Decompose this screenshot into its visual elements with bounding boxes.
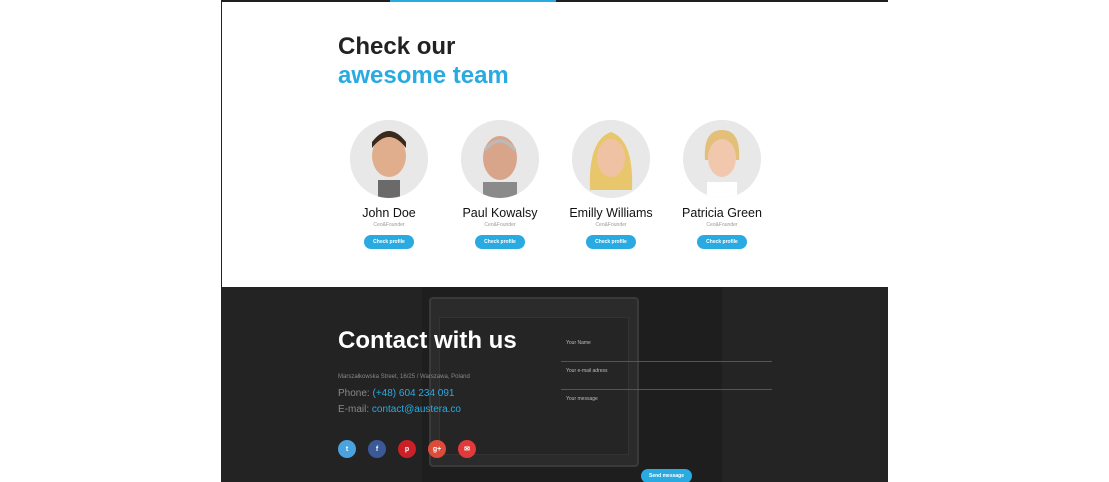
- team-heading-line1: Check our: [338, 33, 456, 60]
- contact-title: Contact with us: [338, 327, 517, 354]
- google-plus-icon[interactable]: g+: [428, 440, 446, 458]
- mail-icon[interactable]: ✉: [458, 440, 476, 458]
- team-heading: Check our awesome team: [338, 32, 509, 90]
- team-member: Emilly Williams Ceo&Founder Check profil…: [556, 120, 666, 249]
- member-role: Ceo&Founder: [484, 222, 516, 228]
- message-field[interactable]: Your message: [561, 390, 772, 430]
- check-profile-button[interactable]: Check profile: [586, 235, 636, 249]
- phone-value[interactable]: (+48) 604 234 091: [372, 388, 454, 399]
- team-heading-line2: awesome team: [338, 62, 509, 89]
- member-role: Ceo&Founder: [595, 222, 627, 228]
- team-section: Check our awesome team John Doe Ceo&Foun…: [222, 2, 888, 287]
- member-name: Emilly Williams: [569, 206, 653, 220]
- facebook-icon[interactable]: f: [368, 440, 386, 458]
- check-profile-button[interactable]: Check profile: [697, 235, 747, 249]
- twitter-icon[interactable]: t: [338, 440, 356, 458]
- contact-phone: Phone: (+48) 604 234 091: [338, 388, 455, 399]
- check-profile-button[interactable]: Check profile: [475, 235, 525, 249]
- member-role: Ceo&Founder: [373, 222, 405, 228]
- team-member: Patricia Green Ceo&Founder Check profile: [667, 120, 777, 249]
- member-name: Patricia Green: [682, 206, 762, 220]
- phone-label: Phone:: [338, 388, 370, 399]
- avatar: [683, 120, 761, 198]
- social-links: t f p g+ ✉: [338, 440, 476, 458]
- member-name: Paul Kowalsy: [462, 206, 538, 220]
- send-message-button[interactable]: Send message: [641, 469, 692, 482]
- check-profile-button[interactable]: Check profile: [364, 235, 414, 249]
- email-label: E-mail:: [338, 404, 370, 415]
- contact-section: Contact with us Marszałkowska Street, 16…: [222, 287, 888, 482]
- member-name: John Doe: [362, 206, 416, 220]
- pinterest-icon[interactable]: p: [398, 440, 416, 458]
- avatar: [461, 120, 539, 198]
- avatar: [350, 120, 428, 198]
- team-member: Paul Kowalsy Ceo&Founder Check profile: [445, 120, 555, 249]
- name-field[interactable]: Your Name: [561, 334, 772, 362]
- email-value[interactable]: contact@austera.co: [372, 404, 461, 415]
- member-role: Ceo&Founder: [706, 222, 738, 228]
- contact-email: E-mail: contact@austera.co: [338, 404, 461, 415]
- avatar: [572, 120, 650, 198]
- email-field[interactable]: Your e-mail adress: [561, 362, 772, 390]
- team-member: John Doe Ceo&Founder Check profile: [334, 120, 444, 249]
- page: Check our awesome team John Doe Ceo&Foun…: [221, 0, 888, 482]
- contact-form: Your Name Your e-mail adress Your messag…: [561, 334, 772, 430]
- contact-address: Marszałkowska Street, 16/25 / Warszawa, …: [338, 374, 470, 380]
